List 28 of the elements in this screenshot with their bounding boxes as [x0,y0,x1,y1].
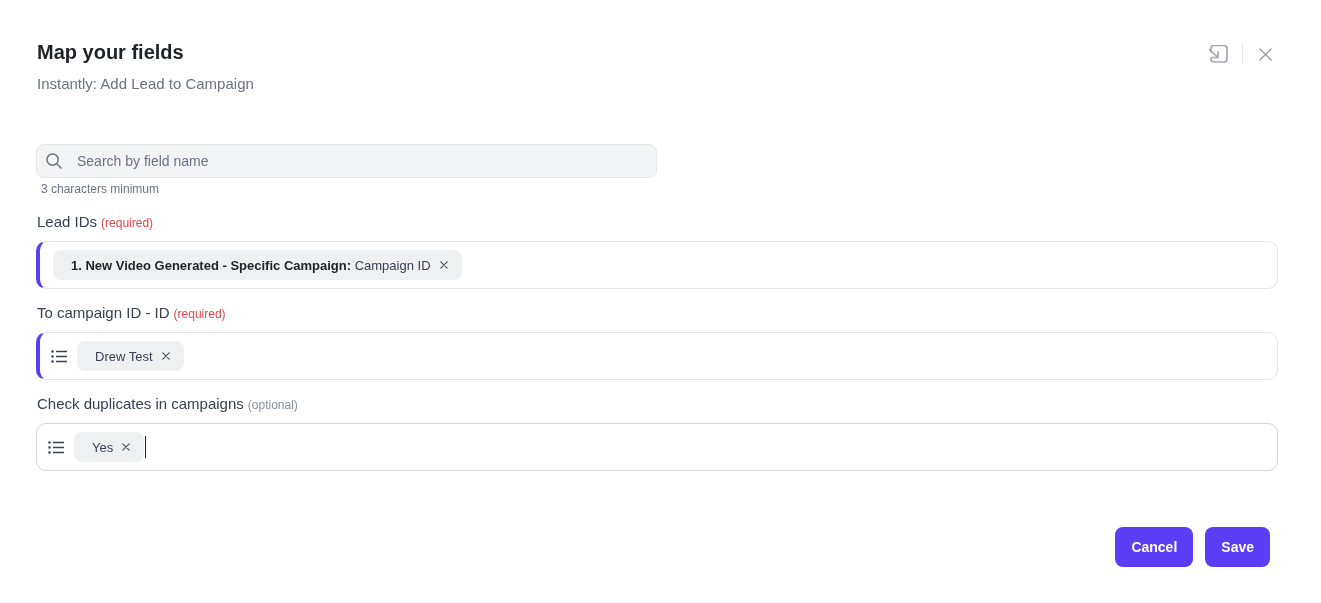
value-tag[interactable]: Yes [74,432,145,462]
search-icon [46,153,62,169]
cancel-button[interactable]: Cancel [1115,527,1194,567]
close-icon[interactable] [1259,47,1272,61]
mapping-field[interactable]: 1. New Video Generated - Specific Campaign: Campaign ID [36,241,1278,289]
value-tag[interactable]: 1. New Video Generated - Specific Campaign: Campaign ID [53,250,462,280]
field-label: To campaign ID - ID [36,303,170,323]
search-hint: 3 characters minimum [41,181,160,197]
value-tag[interactable]: Drew Test [77,341,184,371]
tag-label: Drew Test [95,348,153,364]
tag-label: 1. New Video Generated - Specific Campaign: Campaign ID [71,257,431,273]
search-field[interactable]: Search by field name [36,144,657,178]
tag-label: Yes [92,439,114,455]
dialog-subtitle: Instantly: Add Lead to Campaign [36,74,254,94]
remove-icon[interactable] [122,443,131,451]
field-note: (required) [101,215,154,232]
mapping-field[interactable]: Drew Test [36,332,1278,380]
mapping-field[interactable]: Yes [36,423,1278,471]
field-label: Check duplicates in campaigns [36,394,244,414]
list-icon[interactable] [51,349,67,363]
save-button[interactable]: Save [1205,527,1270,567]
list-icon[interactable] [48,440,64,454]
remove-icon[interactable] [161,352,170,360]
field-note: (optional) [247,397,298,414]
field-note: (required) [173,306,226,323]
field-label: Lead IDs [36,212,98,232]
remove-icon[interactable] [439,261,448,269]
dialog-title: Map your fields [36,40,184,64]
